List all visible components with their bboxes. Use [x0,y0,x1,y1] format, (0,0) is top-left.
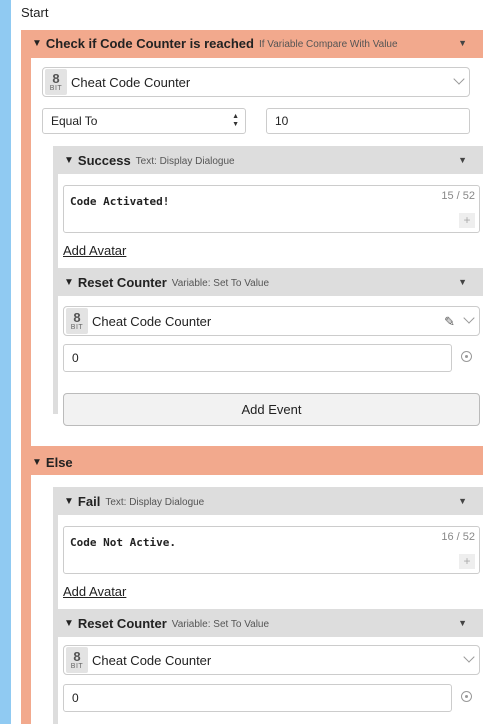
dialogue-textarea[interactable]: Code Activated! 15 / 52 + [63,185,480,233]
caret-down-icon[interactable]: ▼ [64,155,74,166]
script-rail [0,0,11,724]
reset-counter-header[interactable]: ▼ Reset Counter Variable: Set To Value ▼ [53,268,483,296]
if-event-header[interactable]: ▼ Check if Code Counter is reached If Va… [32,36,398,51]
reset-subtitle: Variable: Set To Value [171,277,270,289]
caret-down-icon[interactable]: ▼ [32,457,42,468]
start-label: Start [21,5,49,20]
variable-select[interactable]: 8 BIT Cheat Code Counter ✎ [63,306,480,336]
if-event-title: Check if Code Counter is reached [45,36,254,51]
chevron-down-icon [463,651,475,663]
variable-name: Cheat Code Counter [71,74,191,90]
success-title: Success [77,152,131,168]
comparison-select[interactable]: Equal To ▲ ▼ [42,108,246,134]
else-header[interactable]: ▼ Else [21,448,483,475]
target-icon[interactable] [461,351,472,362]
variable-name: Cheat Code Counter [92,652,212,668]
caret-down-icon[interactable]: ▼ [64,496,74,507]
add-avatar-link[interactable]: Add Avatar [63,584,126,599]
reset-title: Reset Counter [77,615,167,631]
bit-badge: 8 BIT [45,69,67,95]
kebab-icon[interactable]: ▼ [458,38,467,48]
add-avatar-link[interactable]: Add Avatar [63,243,126,258]
plus-icon[interactable]: + [459,213,475,228]
kebab-icon[interactable]: ▼ [458,155,467,165]
fail-subtitle: Text: Display Dialogue [105,496,205,508]
plus-icon[interactable]: + [459,554,475,569]
bit-badge: 8 BIT [66,647,88,673]
set-value-input[interactable]: 0 [63,344,452,372]
fail-event-header[interactable]: ▼ Fail Text: Display Dialogue ▼ [53,487,483,515]
kebab-icon[interactable]: ▼ [458,277,467,287]
char-counter: 16 / 52 [441,531,475,543]
updown-icon: ▲ ▼ [232,113,239,128]
bit-badge: 8 BIT [66,308,88,334]
compare-value-input[interactable]: 10 [266,108,470,134]
variable-name: Cheat Code Counter [92,313,212,329]
char-counter: 15 / 52 [441,190,475,202]
target-icon[interactable] [461,691,472,702]
reset-title: Reset Counter [77,274,167,290]
add-event-button[interactable]: Add Event [63,393,480,426]
set-value-input[interactable]: 0 [63,684,452,712]
fail-title: Fail [77,493,101,509]
kebab-icon[interactable]: ▼ [458,496,467,506]
chevron-down-icon [453,73,465,85]
caret-down-icon[interactable]: ▼ [64,277,74,288]
if-event-subtitle: If Variable Compare With Value [258,39,398,50]
else-title: Else [45,455,73,470]
variable-select[interactable]: 8 BIT Cheat Code Counter [42,67,470,97]
dialogue-textarea[interactable]: Code Not Active. 16 / 52 + [63,526,480,574]
reset-counter-header[interactable]: ▼ Reset Counter Variable: Set To Value ▼ [53,609,483,637]
else-border [21,475,31,724]
kebab-icon[interactable]: ▼ [458,618,467,628]
variable-select[interactable]: 8 BIT Cheat Code Counter [63,645,480,675]
if-event-body: 8 BIT Cheat Code Counter Equal To ▲ ▼ 10 … [31,58,483,446]
pencil-icon[interactable]: ✎ [444,314,455,330]
success-subtitle: Text: Display Dialogue [135,155,235,167]
chevron-down-icon [463,312,475,324]
caret-down-icon[interactable]: ▼ [32,38,42,49]
success-event-header[interactable]: ▼ Success Text: Display Dialogue ▼ [53,146,483,174]
else-body: ▼ Fail Text: Display Dialogue ▼ Code Not… [31,475,483,724]
if-event-block: ▼ Check if Code Counter is reached If Va… [21,30,483,448]
caret-down-icon[interactable]: ▼ [64,618,74,629]
reset-subtitle: Variable: Set To Value [171,618,270,630]
